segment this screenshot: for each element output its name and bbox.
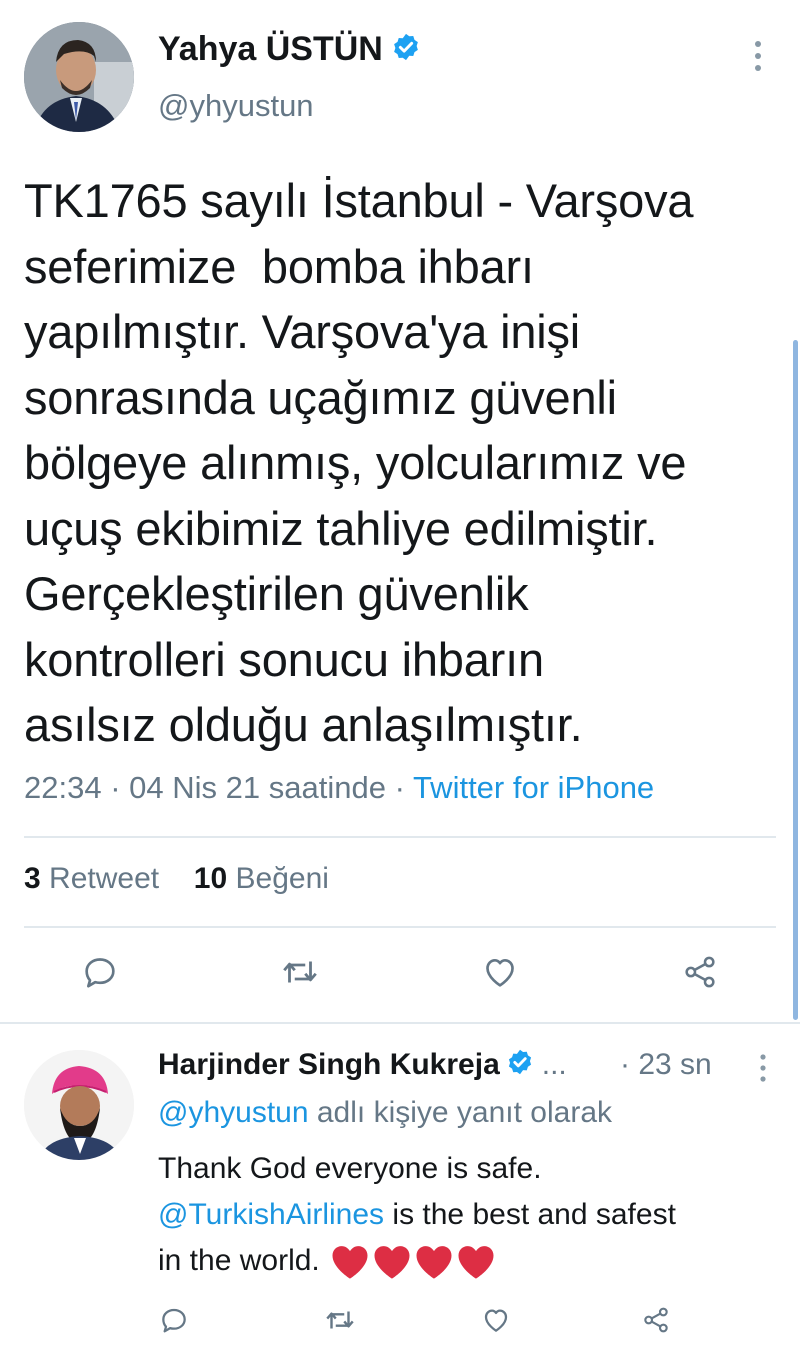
author-name[interactable]: Yahya ÜSTÜN xyxy=(158,30,421,71)
replying-to: @yhyustun adlı kişiye yanıt olarak xyxy=(158,1096,612,1130)
like-label: Beğeni xyxy=(235,862,329,895)
replying-to-text: adlı kişiye yanıt olarak xyxy=(316,1096,613,1129)
tweet-text-line: seferimize bomba ihbarı xyxy=(24,239,534,293)
reply-text-fragment: is the best and safest xyxy=(392,1198,676,1231)
tweet-text: TK1765 sayılı İstanbul - Varşova seferim… xyxy=(24,168,794,758)
like-stat[interactable]: 10 Beğeni xyxy=(194,862,329,895)
meta-separator: · xyxy=(394,770,405,805)
reply-author-name-text[interactable]: Harjinder Singh Kukreja xyxy=(158,1048,500,1081)
share-icon[interactable] xyxy=(676,948,724,996)
tweet-text-line: kontrolleri sonucu ihbarın xyxy=(24,632,544,686)
reply-author-name[interactable]: Harjinder Singh Kukreja... xyxy=(158,1048,567,1084)
tweet-timestamp: 22:34 · 04 Nis 21 saatinde · Twitter for… xyxy=(24,770,654,806)
reply-text-fragment: in the world. xyxy=(158,1244,320,1277)
tweet-date[interactable]: 04 Nis 21 saatinde xyxy=(129,770,386,805)
retweet-count: 3 xyxy=(24,862,41,895)
verified-badge-icon xyxy=(391,32,421,71)
reply-text-line: in the world. xyxy=(158,1238,788,1284)
tweet-stats: 3 Retweet 10 Beğeni xyxy=(24,862,329,896)
red-heart-emoji xyxy=(458,1246,494,1279)
tweet-text-line: asılsız olduğu anlaşılmıştır. xyxy=(24,698,583,751)
red-heart-emoji xyxy=(374,1246,410,1279)
divider xyxy=(0,1022,800,1024)
retweet-icon[interactable] xyxy=(316,1296,364,1344)
share-icon[interactable] xyxy=(632,1296,680,1344)
reply-text: Thank God everyone is safe. @TurkishAirl… xyxy=(158,1146,788,1284)
scrollbar[interactable] xyxy=(793,340,798,1020)
meta-separator: · xyxy=(110,770,121,805)
red-heart-emoji xyxy=(332,1246,368,1279)
author-handle[interactable]: @yhyustun xyxy=(158,88,314,124)
mention-link[interactable]: @TurkishAirlines xyxy=(158,1198,384,1231)
heart-emojis xyxy=(330,1243,496,1281)
more-vertical-icon[interactable] xyxy=(752,1050,774,1091)
tweet-text-line: bölgeye alınmış, yolcularımız ve xyxy=(24,436,687,489)
tweet-text-line: TK1765 sayılı İstanbul - Varşova xyxy=(24,174,694,227)
tweet-source-link[interactable]: Twitter for iPhone xyxy=(413,770,654,805)
reply-text-line: @TurkishAirlines is the best and safest xyxy=(158,1192,788,1238)
reply-icon[interactable] xyxy=(150,1296,198,1344)
name-ellipsis: ... xyxy=(541,1048,567,1081)
reply-text-line: Thank God everyone is safe. xyxy=(158,1152,542,1185)
red-heart-emoji xyxy=(416,1246,452,1279)
reply-time[interactable]: · 23 sn xyxy=(620,1048,712,1082)
verified-badge-icon xyxy=(506,1048,534,1084)
author-name-text[interactable]: Yahya ÜSTÜN xyxy=(158,30,383,68)
retweet-icon[interactable] xyxy=(276,948,324,996)
tweet-text-line: uçuş ekibimiz tahliye edilmiştir. xyxy=(24,501,658,555)
avatar[interactable] xyxy=(24,22,134,132)
more-vertical-icon[interactable] xyxy=(746,36,770,81)
reply-icon[interactable] xyxy=(76,948,124,996)
retweet-stat[interactable]: 3 Retweet xyxy=(24,862,159,895)
tweet-text-line: Gerçekleştirilen güvenlik xyxy=(24,567,529,620)
like-heart-icon[interactable] xyxy=(472,1296,520,1344)
tweet-text-line: yapılmıştır. Varşova'ya inişi xyxy=(24,305,581,358)
replying-to-handle[interactable]: @yhyustun xyxy=(158,1096,309,1129)
like-heart-icon[interactable] xyxy=(476,948,524,996)
retweet-label: Retweet xyxy=(49,862,160,895)
divider xyxy=(24,836,776,838)
divider xyxy=(24,926,776,928)
reply-avatar[interactable] xyxy=(24,1050,134,1160)
like-count: 10 xyxy=(193,862,228,895)
tweet-text-line: sonrasında uçağımız güvenli xyxy=(24,370,617,424)
tweet-time[interactable]: 22:34 xyxy=(24,770,102,805)
